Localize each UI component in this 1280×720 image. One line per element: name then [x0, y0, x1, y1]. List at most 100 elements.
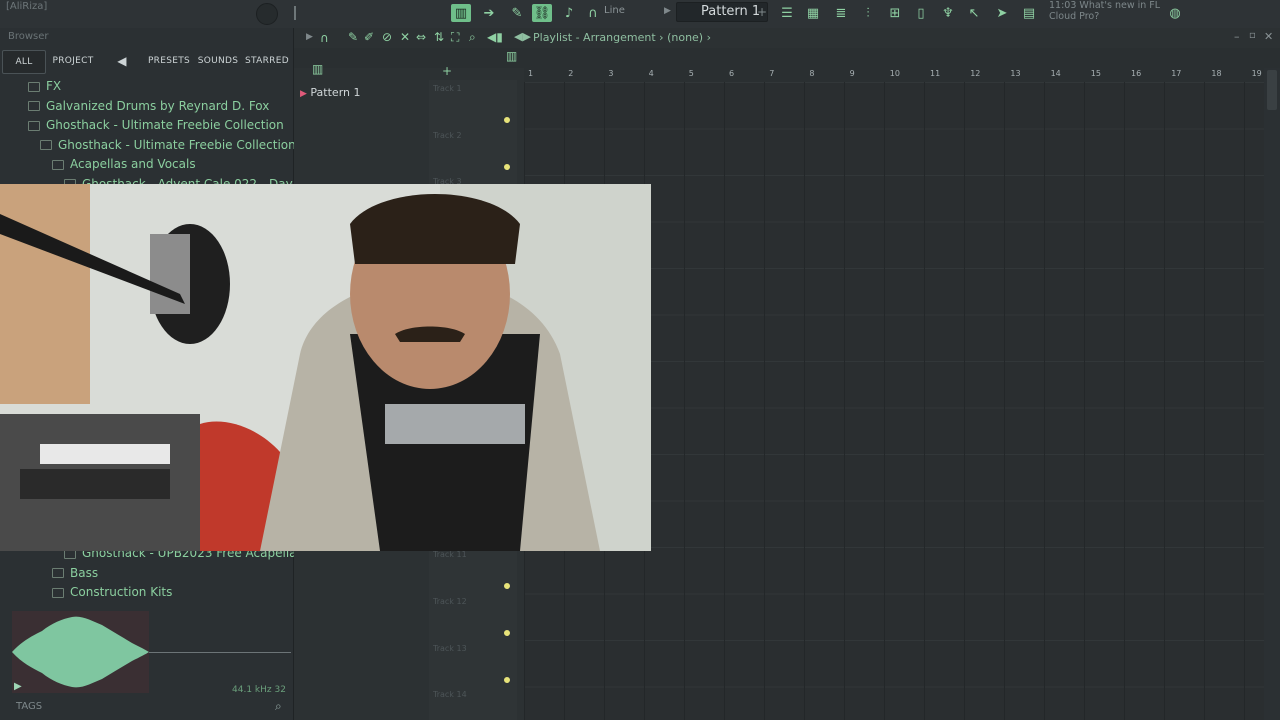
browser-folder[interactable]: Galvanized Drums by Reynard D. Fox [0, 97, 269, 116]
browser-title: Browser [8, 31, 49, 42]
link-icon[interactable]: ⛓ [532, 4, 552, 22]
ruler-tick: 6 [729, 69, 735, 78]
ruler-tick: 9 [849, 69, 855, 78]
paint-icon[interactable]: ✐ [364, 30, 374, 44]
zoom-icon[interactable]: ⌕ [469, 30, 476, 45]
track-enable-dot[interactable] [504, 117, 510, 123]
ruler-tick: 18 [1211, 69, 1222, 78]
track-label[interactable]: Track 13 [433, 644, 467, 653]
arrangement-arrow-icon[interactable]: ◀▶ [514, 30, 531, 43]
tab-sounds[interactable]: SOUNDS [197, 50, 239, 72]
plugin-icon[interactable]: ⫶ [858, 4, 878, 22]
mixer-icon[interactable]: ≣ [831, 4, 851, 22]
ruler-tick: 16 [1131, 69, 1142, 78]
folder-icon [52, 159, 64, 170]
globe-icon[interactable]: ◍ [1165, 4, 1185, 22]
next-icon[interactable]: ➔ [479, 4, 499, 22]
playlist-arrow-icon[interactable]: ▶ [306, 32, 313, 42]
track-label[interactable]: Track 11 [433, 550, 467, 559]
track-label[interactable]: Track 2 [433, 131, 462, 140]
vertical-scrollbar[interactable] [1264, 68, 1280, 720]
tab-all[interactable]: ALL [2, 50, 46, 74]
browser-tabs: ALL PROJECT ◀ PRESETS SOUNDS STARRED [0, 50, 293, 74]
pattern-item[interactable]: ▶ Pattern 1 [300, 86, 361, 99]
mute-icon[interactable]: ✕ [400, 30, 410, 44]
top-toolbar: [AliRiza] ▥ ➔ ✎ ⛓ ♪ ∩ Line ▶ Pattern 1 +… [0, 0, 1280, 29]
send-icon[interactable]: ➤ [992, 4, 1012, 22]
pencil-icon[interactable]: ✎ [348, 30, 358, 44]
playlist-icon[interactable]: ☰ [777, 4, 797, 22]
bell-icon[interactable]: ♪ [559, 4, 579, 22]
browser-folder[interactable]: Acapellas and Vocals [0, 155, 196, 174]
folder-icon[interactable]: ▯ [911, 4, 931, 22]
browser-folder[interactable]: Ghosthack - Ultimate Freebie Collection [0, 136, 296, 155]
browser-folder-label: FX [46, 79, 62, 93]
browser-folder[interactable]: Bass [0, 564, 98, 583]
pattern-view-icon[interactable]: ▥ [506, 49, 517, 63]
folder-icon [28, 120, 40, 131]
magnet-icon[interactable]: ∩ [320, 31, 329, 45]
channel-rack-icon[interactable]: ▦ [803, 4, 823, 22]
snap-mode-label[interactable]: Line [604, 5, 625, 16]
browser-folder-label: Ghosthack - Ultimate Freebie Collection [46, 118, 284, 132]
brush-icon[interactable]: ✎ [507, 4, 527, 22]
track-enable-dot[interactable] [504, 583, 510, 589]
playlist-separator: › [659, 31, 664, 44]
ruler-tick: 7 [769, 69, 775, 78]
browser-icon[interactable]: ⊞ [885, 4, 905, 22]
track-label[interactable]: Track 12 [433, 597, 467, 606]
piano-roll-small-icon[interactable]: ▥ [312, 62, 323, 76]
add-track-icon[interactable]: + [442, 64, 452, 78]
playback-icon[interactable]: ◀▮ [487, 30, 503, 44]
slice-icon[interactable]: ⇅ [434, 30, 444, 44]
track-label[interactable]: Track 14 [433, 690, 467, 699]
play-preview-icon[interactable]: ▶ [14, 681, 22, 692]
tab-starred[interactable]: STARRED [244, 50, 290, 72]
playlist-subtitle-arrow: › [706, 31, 712, 44]
browser-folder-label: Construction Kits [70, 585, 173, 599]
speaker-icon[interactable]: ◀ [112, 50, 132, 72]
ruler-tick: 19 [1251, 69, 1262, 78]
download-icon[interactable]: ♆ [938, 4, 958, 22]
piano-roll-icon[interactable]: ▥ [451, 4, 471, 22]
browser-folder-label: Bass [70, 565, 99, 580]
slip-icon[interactable]: ⇔ [416, 30, 426, 44]
playlist-title-text: Playlist - Arrangement [533, 31, 656, 44]
headphones-icon[interactable]: ∩ [583, 4, 603, 22]
play-icon[interactable]: ▶ [664, 6, 671, 16]
ruler-tick: 13 [1010, 69, 1021, 78]
waveform-icon [12, 616, 149, 688]
browser-folder-label: Ghosthack - Ultimate Freebie Collection [58, 137, 296, 152]
track-enable-dot[interactable] [504, 677, 510, 683]
folder-icon [40, 140, 52, 150]
tab-presets[interactable]: PRESETS [147, 50, 191, 72]
close-icon[interactable]: ✕ [1264, 30, 1273, 43]
track-enable-dot[interactable] [504, 630, 510, 636]
maximize-icon[interactable]: ▫ [1249, 30, 1256, 41]
tab-project[interactable]: PROJECT [50, 50, 96, 72]
timeline-ruler[interactable]: 1 2 3 4 5 6 7 8 9 10 11 12 13 14 15 16 17 18 19 [524, 68, 1264, 83]
scrollbar-thumb[interactable] [1267, 70, 1277, 110]
browser-folder[interactable]: Ghosthack - Ultimate Freebie Collection [0, 116, 284, 135]
pattern-selector[interactable]: Pattern 1 [676, 2, 768, 22]
master-volume-knob[interactable] [256, 3, 278, 25]
delete-icon[interactable]: ⊘ [382, 30, 392, 44]
news-panel[interactable]: 11:03 What's new in FL Cloud Pro? [1049, 0, 1169, 22]
master-pitch-slider[interactable] [294, 6, 296, 20]
add-pattern-icon[interactable]: + [757, 5, 767, 19]
cart-icon[interactable]: ▤ [1019, 4, 1039, 22]
select-icon[interactable]: ⛶ [451, 30, 459, 45]
tags-label[interactable]: TAGS [16, 701, 42, 712]
browser-folder[interactable]: FX [0, 77, 61, 96]
minimize-icon[interactable]: – [1234, 30, 1240, 43]
search-icon[interactable]: ⌕ [275, 699, 282, 714]
browser-folder[interactable]: Construction Kits [0, 583, 172, 602]
sample-info: 44.1 kHz 32 [232, 685, 286, 695]
track-enable-dot[interactable] [504, 164, 510, 170]
ruler-tick: 12 [970, 69, 981, 78]
track-label[interactable]: Track 1 [433, 84, 462, 93]
browser-folder-label: Galvanized Drums by Reynard D. Fox [46, 98, 270, 113]
cursor-icon[interactable]: ↖ [964, 4, 984, 22]
waveform-preview[interactable]: ▶ [12, 611, 149, 693]
waveform-baseline [149, 652, 291, 653]
